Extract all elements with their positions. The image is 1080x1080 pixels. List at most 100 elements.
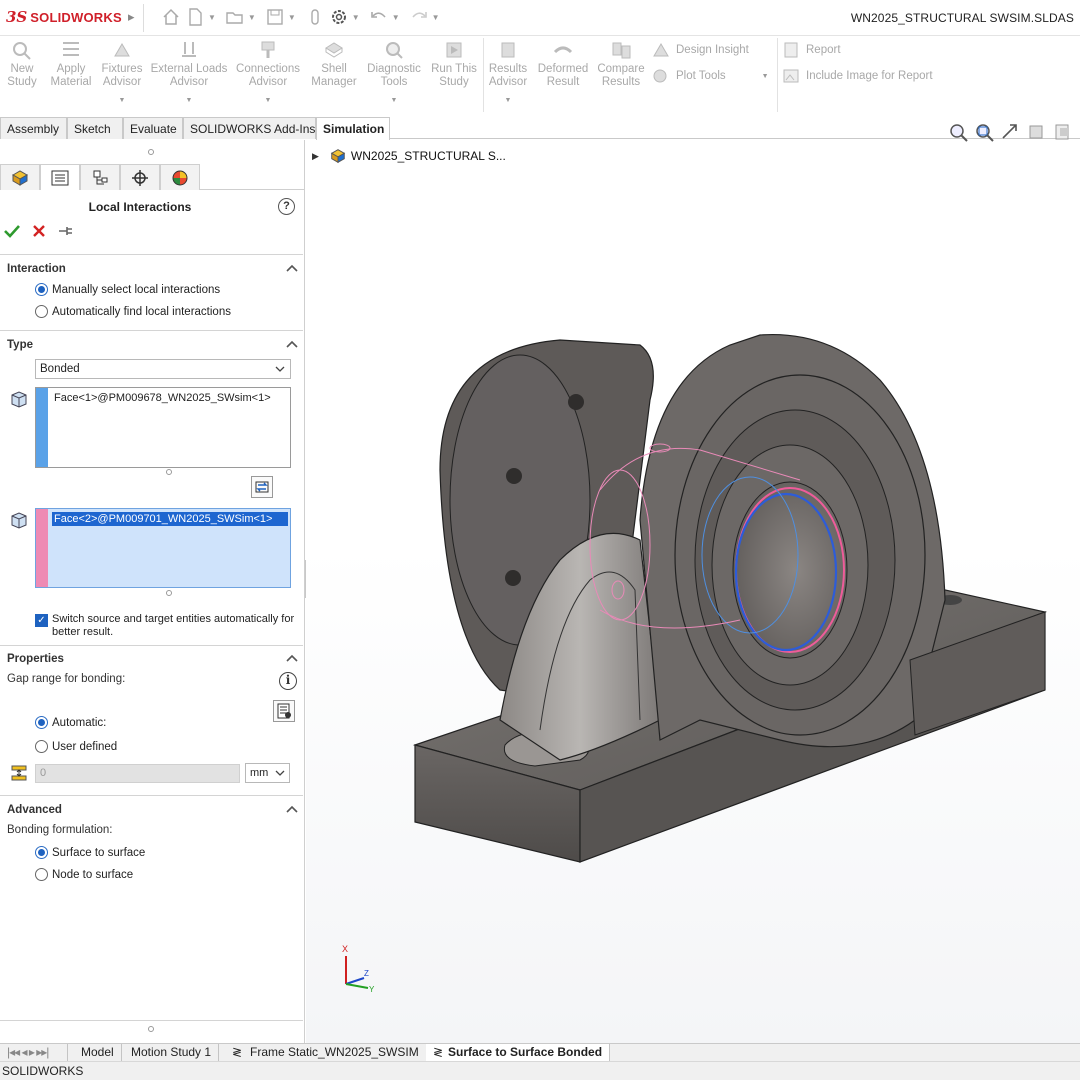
redo-icon[interactable]: [408, 6, 430, 28]
radio-button[interactable]: [35, 740, 48, 753]
collapse-chevron-icon[interactable]: [286, 262, 298, 274]
zoom-to-area-icon[interactable]: [974, 122, 996, 142]
deformed-result-button[interactable]: Deformed Result: [536, 40, 590, 89]
radio-surface-to-surface[interactable]: Surface to surface: [35, 846, 145, 859]
panel-resize-grip[interactable]: [148, 149, 154, 155]
tab-display-manager[interactable]: [160, 164, 200, 190]
collapse-chevron-icon[interactable]: [286, 338, 298, 350]
view-orientation-icon[interactable]: [1052, 122, 1074, 142]
radio-node-to-surface[interactable]: Node to surface: [35, 868, 133, 881]
list-resize-grip[interactable]: [166, 590, 172, 596]
radio-button[interactable]: [35, 846, 48, 859]
redo-dropdown-icon[interactable]: ▼: [432, 13, 440, 22]
apply-material-button[interactable]: Apply Material: [48, 40, 94, 89]
tab-configuration-manager[interactable]: [80, 164, 120, 190]
tab-model[interactable]: Model: [74, 1044, 122, 1062]
external-loads-dropdown-icon[interactable]: ▼: [150, 94, 228, 107]
results-advisor-dropdown-icon[interactable]: ▼: [486, 94, 530, 107]
connections-advisor-button[interactable]: Connections Advisor ▼: [234, 40, 302, 107]
options-dropdown-icon[interactable]: ▼: [352, 13, 360, 22]
gap-unit-select[interactable]: mm: [245, 763, 290, 783]
save-dropdown-icon[interactable]: ▼: [288, 13, 296, 22]
report-icon: [784, 42, 798, 58]
include-image-button[interactable]: Include Image for Report: [782, 68, 933, 84]
plot-tools-button[interactable]: Plot Tools ▼: [652, 68, 769, 84]
new-study-button[interactable]: New Study: [6, 40, 38, 89]
info-icon[interactable]: i: [279, 672, 297, 690]
new-dropdown-icon[interactable]: ▼: [208, 13, 216, 22]
collapse-chevron-icon[interactable]: [286, 652, 298, 664]
property-manager-panel: Local Interactions ? Interaction Manuall…: [0, 140, 305, 1043]
radio-button[interactable]: [35, 283, 48, 296]
radio-gap-user-defined[interactable]: User defined: [35, 740, 117, 753]
new-document-icon[interactable]: [184, 6, 206, 28]
compare-results-button[interactable]: Compare Results: [596, 40, 646, 89]
print-icon[interactable]: [304, 6, 326, 28]
switch-source-target-checkbox[interactable]: ✓ Switch source and target entities auto…: [35, 613, 297, 639]
calculate-gap-button[interactable]: [273, 700, 295, 722]
tab-feature-tree[interactable]: [0, 164, 40, 190]
graphics-area[interactable]: ▶ WN2025_STRUCTURAL S... X Z Y: [306, 140, 1080, 1043]
list-resize-grip[interactable]: [166, 469, 172, 475]
plot-tools-dropdown-icon[interactable]: ▼: [762, 73, 769, 80]
swap-icon: [255, 481, 269, 493]
undo-icon[interactable]: [368, 6, 390, 28]
diagnostic-tools-button[interactable]: Diagnostic Tools ▼: [364, 40, 424, 107]
previous-view-icon[interactable]: [1000, 122, 1022, 142]
results-advisor-button[interactable]: Results Advisor ▼: [486, 40, 530, 107]
pushpin-icon[interactable]: [58, 224, 74, 241]
open-icon[interactable]: [224, 6, 246, 28]
collapse-chevron-icon[interactable]: [286, 803, 298, 815]
radio-gap-automatic[interactable]: Automatic:: [35, 716, 106, 729]
tab-sketch[interactable]: Sketch: [67, 117, 123, 139]
tab-dimxpert-manager[interactable]: [120, 164, 160, 190]
home-icon[interactable]: [160, 6, 182, 28]
undo-dropdown-icon[interactable]: ▼: [392, 13, 400, 22]
save-icon[interactable]: [264, 6, 286, 28]
interaction-type-select[interactable]: Bonded: [35, 359, 291, 379]
open-dropdown-icon[interactable]: ▼: [248, 13, 256, 22]
source-entity-item[interactable]: Face<1>@PM009678_WN2025_SWsim<1>: [52, 391, 273, 405]
radio-auto-interactions[interactable]: Automatically find local interactions: [35, 305, 231, 318]
radio-button[interactable]: [35, 868, 48, 881]
radio-button[interactable]: [35, 305, 48, 318]
run-this-study-button[interactable]: Run This Study: [428, 40, 480, 89]
diagnostic-dropdown-icon[interactable]: ▼: [364, 94, 424, 107]
external-loads-advisor-button[interactable]: External Loads Advisor ▼: [150, 40, 228, 107]
ok-checkmark-icon[interactable]: [4, 224, 20, 241]
target-entities-box[interactable]: Face<2>@PM009701_WN2025_SWSim<1>: [35, 508, 291, 588]
radio-button[interactable]: [35, 716, 48, 729]
solidworks-logo[interactable]: 3S SOLIDWORKS: [6, 8, 122, 26]
target-entity-item[interactable]: Face<2>@PM009701_WN2025_SWSim<1>: [52, 512, 288, 526]
diagnostic-tools-label-1: Diagnostic: [367, 63, 421, 75]
panel-resize-grip[interactable]: [148, 1026, 154, 1032]
zoom-to-fit-icon[interactable]: [948, 122, 970, 142]
cancel-x-icon[interactable]: [32, 224, 46, 241]
tab-evaluate[interactable]: Evaluate: [123, 117, 183, 139]
tab-frame-static[interactable]: ≷ Frame Static_WN2025_SWSIM: [224, 1044, 427, 1062]
gap-value-input[interactable]: 0: [35, 764, 240, 783]
tab-assembly[interactable]: Assembly: [0, 117, 67, 139]
pillow-block-model[interactable]: [306, 140, 1080, 1043]
menu-expand-arrow-icon[interactable]: ▸: [128, 9, 135, 25]
section-view-icon[interactable]: [1026, 122, 1048, 142]
options-gear-icon[interactable]: [328, 6, 350, 28]
tab-solidworks-add-ins[interactable]: SOLIDWORKS Add-Ins: [183, 117, 316, 139]
tab-scroll-arrows[interactable]: |◂◂ ◂ ▸ ▸▸|: [0, 1044, 68, 1062]
tab-motion-study-1[interactable]: Motion Study 1: [124, 1044, 220, 1062]
fixtures-dropdown-icon[interactable]: ▼: [100, 94, 144, 107]
checkbox-checked-icon[interactable]: ✓: [35, 614, 48, 627]
help-icon[interactable]: ?: [278, 198, 295, 215]
report-button[interactable]: Report: [782, 42, 841, 58]
tab-property-manager[interactable]: [40, 164, 80, 190]
fixtures-advisor-button[interactable]: Fixtures Advisor ▼: [100, 40, 144, 107]
select-value: Bonded: [40, 363, 80, 375]
radio-manual-interactions[interactable]: Manually select local interactions: [35, 283, 220, 296]
connections-dropdown-icon[interactable]: ▼: [234, 94, 302, 107]
swap-entities-button[interactable]: [251, 476, 273, 498]
source-entities-box[interactable]: Face<1>@PM009678_WN2025_SWsim<1>: [35, 387, 291, 468]
shell-manager-button[interactable]: Shell Manager: [308, 40, 360, 89]
design-insight-button[interactable]: Design Insight: [652, 42, 749, 58]
tab-simulation[interactable]: Simulation: [316, 117, 390, 140]
tab-surface-to-surface-bonded[interactable]: ≷ Surface to Surface Bonded: [426, 1044, 611, 1062]
